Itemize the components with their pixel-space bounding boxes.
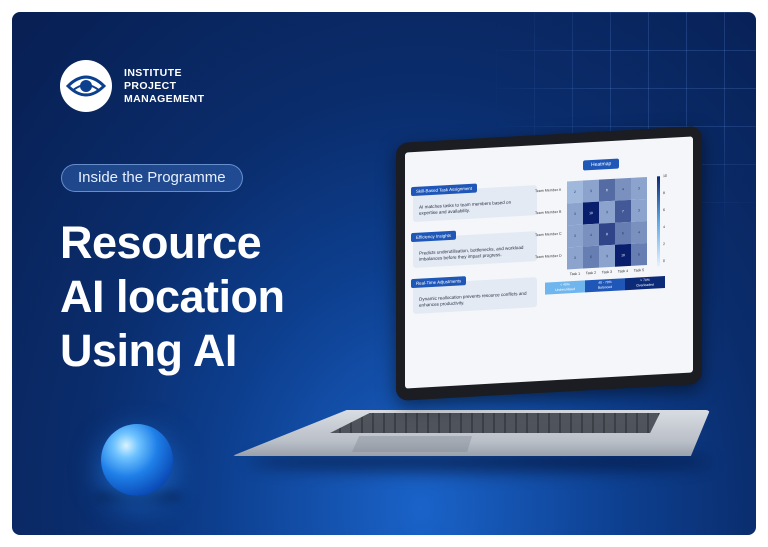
heatmap-col-label: Task 5 <box>633 268 645 273</box>
info-card-3: Real-Time Adjustments Dynamic reallocati… <box>411 276 537 314</box>
info-card-2-tag: Efficiency Insights <box>411 230 457 243</box>
heatmap-cell: 3 <box>567 224 583 248</box>
heatmap-scale-tick: 8 <box>663 190 665 196</box>
info-card-2: Efficiency Insights Predicts underutilis… <box>411 230 537 268</box>
brand-name: INSTITUTE PROJECT MANAGEMENT <box>124 67 204 106</box>
title-line-3: Using AI <box>60 325 237 376</box>
heatmap-cell: 3 <box>631 198 647 222</box>
heatmap-cell: 4 <box>615 177 631 201</box>
heatmap-cell: 4 <box>583 223 599 247</box>
heatmap-cell: 5 <box>615 221 631 245</box>
heatmap-cell: 4 <box>631 220 647 244</box>
legend-label: Balanced <box>597 284 613 290</box>
heatmap-legend-item: > 70% Overloaded <box>625 275 665 291</box>
programme-badge: Inside the Programme <box>61 164 243 192</box>
heatmap-cell: 3 <box>599 200 615 224</box>
heatmap-cell: 3 <box>567 202 583 226</box>
heatmap-legend-item: 40 - 70% Balanced <box>585 278 625 293</box>
legend-text: > 70% Overloaded <box>636 278 654 288</box>
heatmap-col-label: Task 3 <box>601 269 613 275</box>
heatmap-scale-tick: 10 <box>663 173 667 179</box>
heatmap-cell: 8 <box>599 222 615 246</box>
info-card-1: Skill-Based Task Assignment AI matches t… <box>411 183 537 222</box>
heatmap-cell: 3 <box>599 244 615 268</box>
screen-display: Skill-Based Task Assignment AI matches t… <box>405 136 693 389</box>
heatmap-cell: 3 <box>583 179 599 203</box>
brand-line-1: INSTITUTE <box>124 66 182 79</box>
heatmap-cell: 3 <box>567 246 583 270</box>
heatmap-cell: 7 <box>615 199 631 223</box>
laptop-screen: Skill-Based Task Assignment AI matches t… <box>396 125 702 402</box>
heatmap-title: Heatmap <box>583 158 620 171</box>
legend-text: 40 - 70% Balanced <box>598 280 612 290</box>
heatmap-row-label: Team Member C <box>535 231 562 238</box>
heatmap-col-label: Task 4 <box>617 269 629 274</box>
laptop-keyboard <box>330 413 660 433</box>
title-line-1: Resource <box>60 217 262 268</box>
legend-text: < 40% Underutilised <box>555 282 575 292</box>
heatmap-cell: 10 <box>583 201 599 225</box>
brand-line-3: MANAGEMENT <box>124 92 205 105</box>
info-card-3-text: Dynamic reallocation prevents resource c… <box>419 290 527 309</box>
info-card-1-text: AI matches tasks to team members based o… <box>419 199 512 217</box>
laptop-touchpad <box>352 436 472 452</box>
info-card-1-tag: Skill-Based Task Assignment <box>411 183 478 197</box>
heatmap-row-label: Team Member A <box>535 187 562 194</box>
heatmap-scale-tick: 4 <box>663 224 665 230</box>
title-line-2: AI location <box>60 271 285 322</box>
brand-logo: INSTITUTE PROJECT MANAGEMENT <box>60 60 204 112</box>
legend-label: Overloaded <box>636 282 654 288</box>
heatmap-col-label: Task 1 <box>569 271 581 277</box>
legend-label: Underutilised <box>555 286 575 293</box>
heatmap-col-label: Task 2 <box>585 270 597 276</box>
eye-logo-icon <box>60 60 112 112</box>
info-card-3-tag: Real-Time Adjustments <box>411 276 467 289</box>
heatmap-scale-tick: 0 <box>663 258 665 264</box>
page-title: Resource AI location Using AI <box>60 216 285 378</box>
heatmap-cell: 5 <box>583 245 599 269</box>
heatmap-scale-tick: 2 <box>663 241 665 247</box>
heatmap-cell: 2 <box>567 180 583 204</box>
heatmap-row-label: Team Member B <box>535 209 562 216</box>
heatmap-color-scale <box>657 176 660 267</box>
heatmap-cell: 3 <box>631 176 647 200</box>
heatmap-cell: 6 <box>599 178 615 202</box>
info-card-2-text: Predicts underutilisation, bottlenecks, … <box>419 244 524 263</box>
heatmap-cell: 5 <box>631 242 647 266</box>
heatmap-cell: 10 <box>615 243 631 267</box>
brand-line-2: PROJECT <box>124 79 177 92</box>
glass-orb <box>101 424 173 496</box>
heatmap-row-label: Team Member D <box>535 253 562 260</box>
heatmap-scale-tick: 6 <box>663 207 665 213</box>
heatmap-legend-item: < 40% Underutilised <box>545 280 585 295</box>
